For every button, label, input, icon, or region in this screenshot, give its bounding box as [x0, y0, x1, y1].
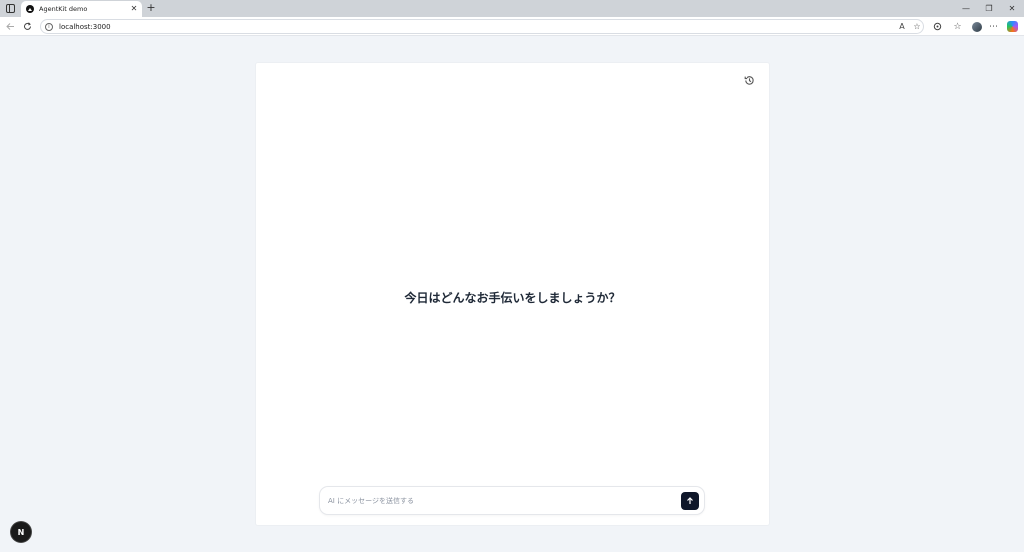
history-button[interactable]: [742, 73, 756, 87]
favorite-star-icon[interactable]: ☆: [911, 21, 923, 33]
welcome-heading: 今日はどんなお手伝いをしましょうか？: [404, 291, 621, 305]
read-aloud-icon[interactable]: A: [896, 21, 908, 33]
browser-toolbar: i localhost:3000 A ☆ ☆ ⋯: [0, 17, 1024, 36]
copilot-icon: [1007, 21, 1018, 32]
refresh-icon: [24, 22, 31, 30]
site-info-icon[interactable]: i: [45, 22, 53, 31]
arrow-up-icon: [687, 497, 693, 504]
minimize-button[interactable]: —: [954, 0, 978, 17]
tab-strip: AgentKit demo ✕ + — ❐ ✕: [0, 0, 1024, 17]
copilot-button[interactable]: [1006, 20, 1019, 33]
window-close-button[interactable]: ✕: [1000, 0, 1024, 17]
message-composer: [319, 486, 705, 515]
send-button[interactable]: [681, 492, 699, 510]
back-icon: [6, 23, 14, 30]
back-button[interactable]: [4, 20, 17, 33]
more-icon: ⋯: [989, 21, 998, 32]
more-button[interactable]: ⋯: [987, 20, 1000, 33]
history-icon: [744, 75, 754, 85]
favicon-icon: [26, 5, 34, 13]
new-tab-button[interactable]: +: [145, 1, 157, 15]
tab-agentkit-demo[interactable]: AgentKit demo ✕: [21, 1, 142, 17]
page-viewport: 今日はどんなお手伝いをしましょうか？: [0, 36, 1024, 552]
nextjs-logo-icon: N: [17, 527, 25, 537]
message-input[interactable]: [326, 491, 676, 511]
profile-icon: [971, 21, 982, 32]
favorites-button[interactable]: ☆: [951, 20, 964, 33]
refresh-button[interactable]: [21, 20, 34, 33]
restore-button[interactable]: ❐: [977, 0, 1001, 17]
tab-actions-button[interactable]: [4, 2, 17, 15]
extensions-icon: [933, 22, 942, 31]
nextjs-dev-badge[interactable]: N: [11, 522, 31, 542]
sidebar-icon: [6, 4, 15, 13]
profile-button[interactable]: [970, 20, 983, 33]
favorites-icon: ☆: [953, 21, 962, 32]
extensions-button[interactable]: [931, 20, 944, 33]
chat-panel: 今日はどんなお手伝いをしましょうか？: [256, 63, 769, 525]
address-bar[interactable]: i localhost:3000 A ☆: [40, 19, 924, 34]
tab-title: AgentKit demo: [39, 5, 88, 13]
url-text: localhost:3000: [59, 22, 111, 31]
tab-close-icon[interactable]: ✕: [129, 4, 139, 14]
